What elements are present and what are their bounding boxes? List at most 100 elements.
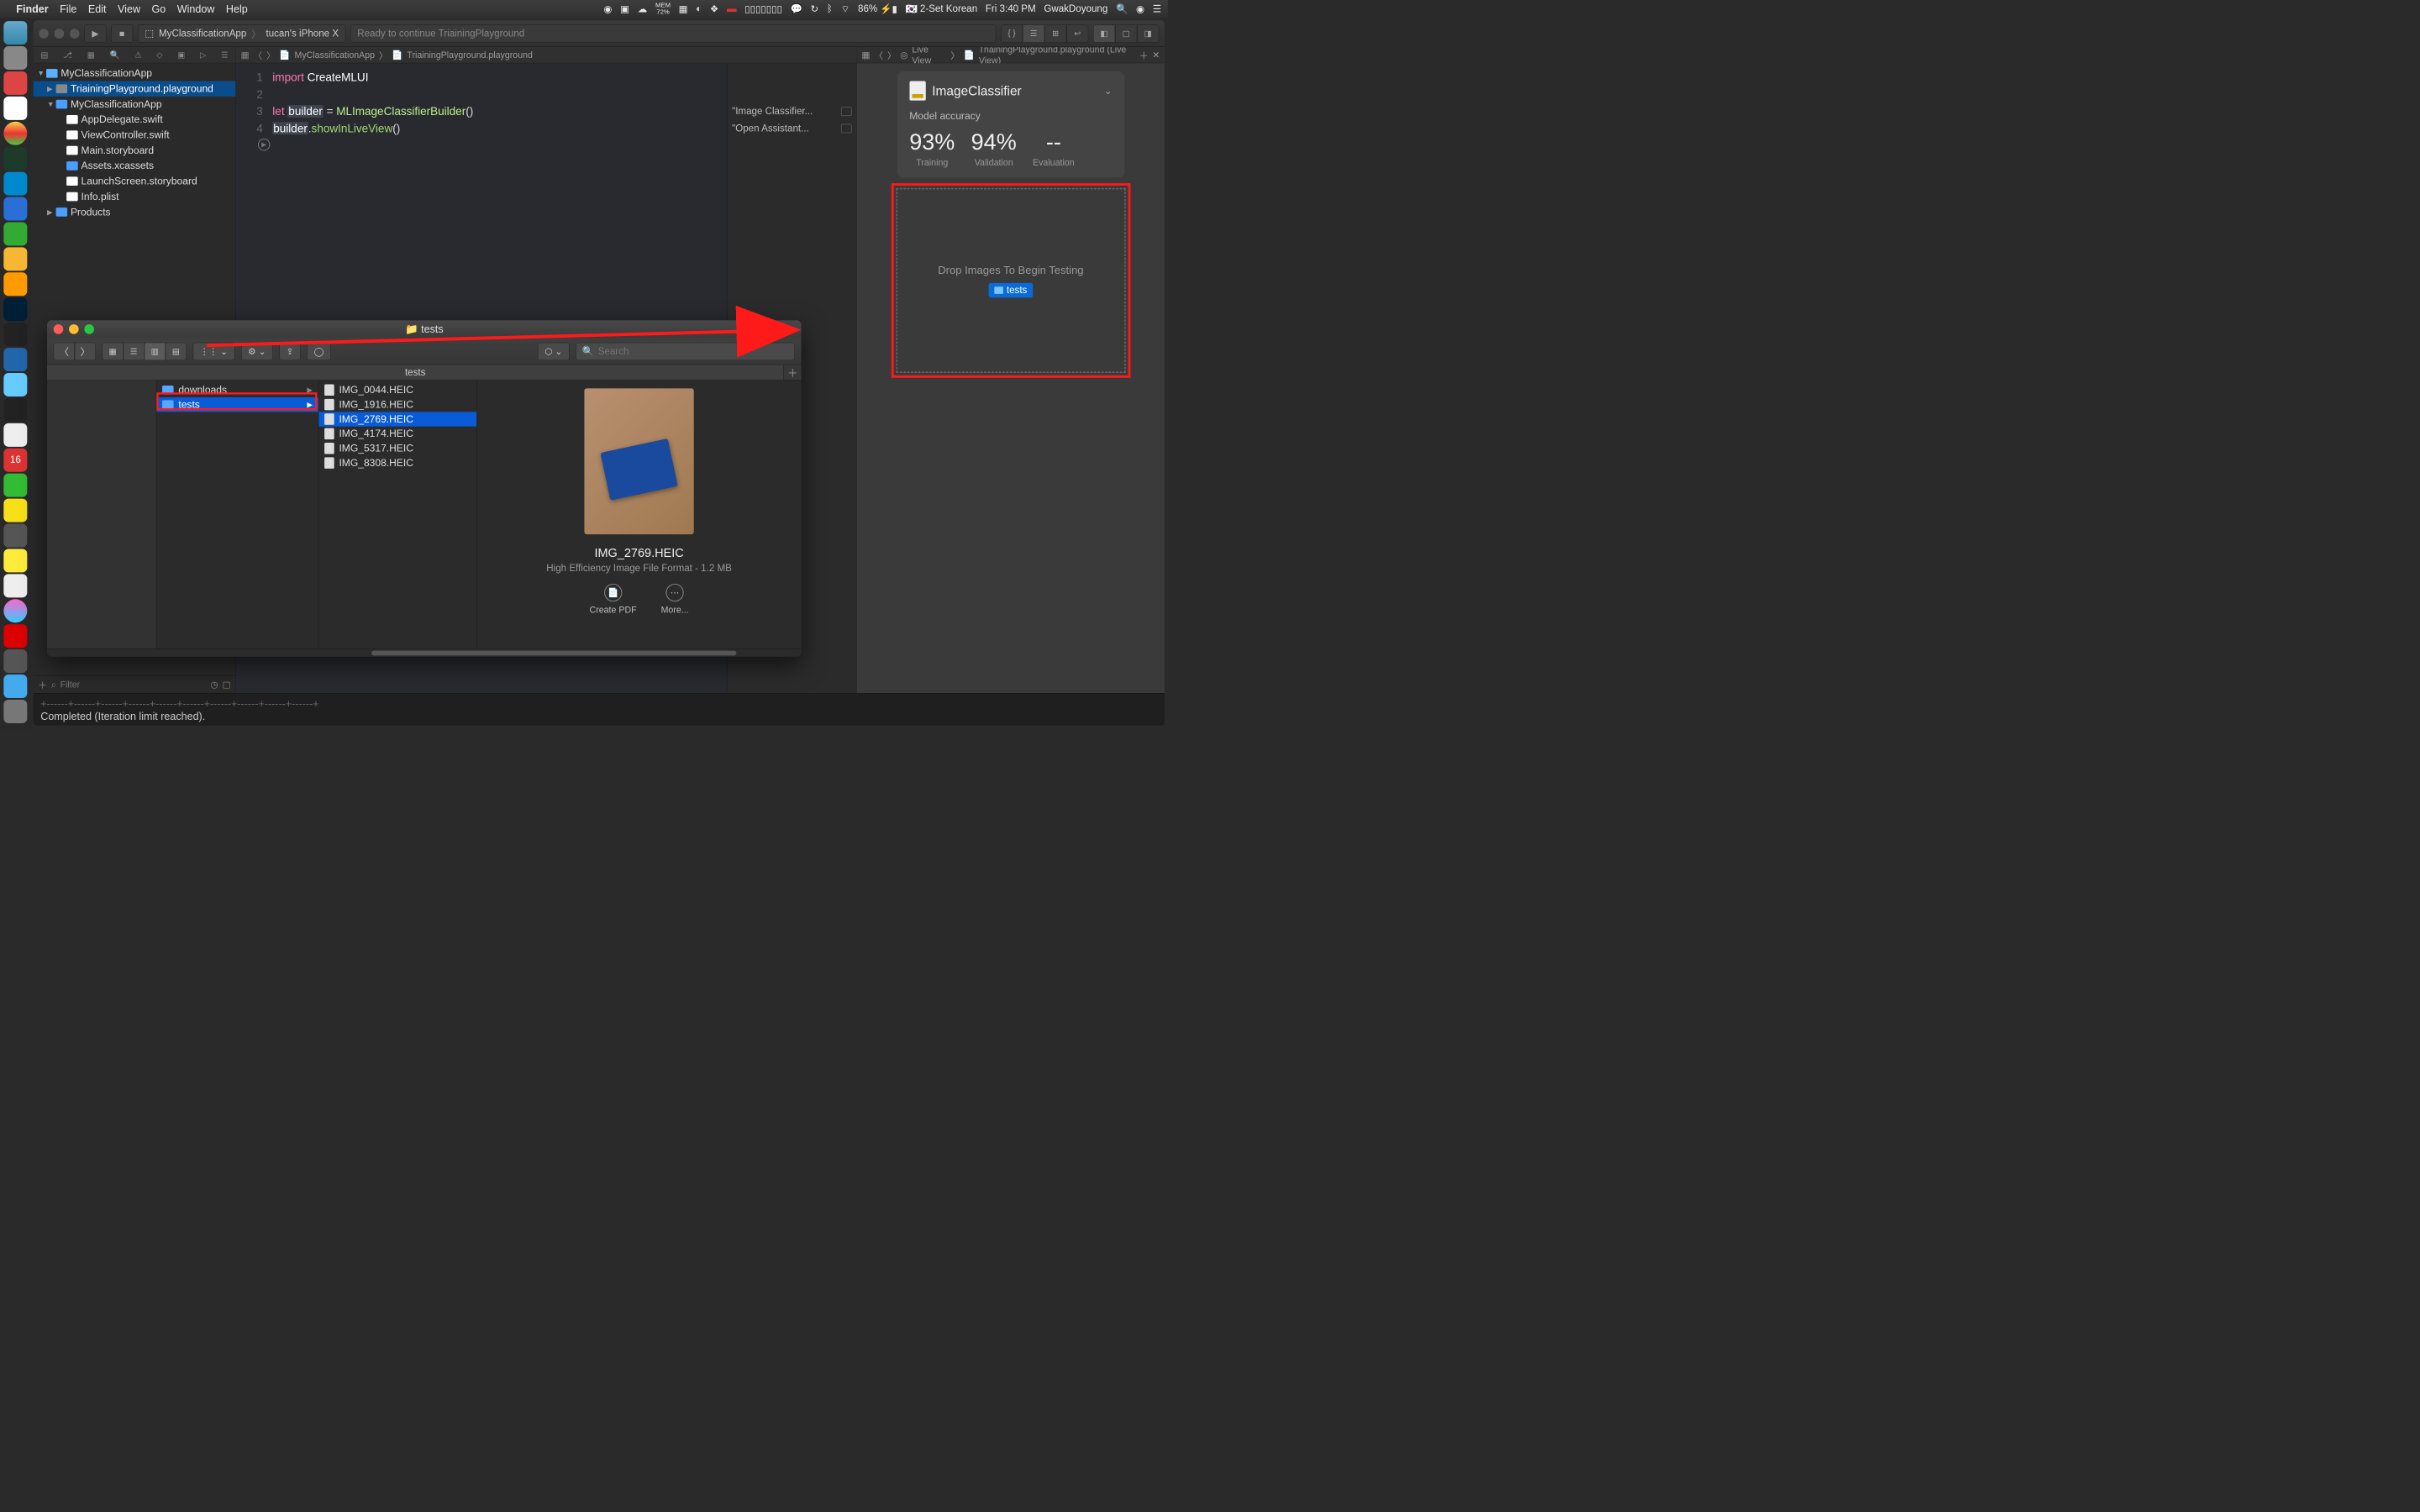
more-action[interactable]: ⋯More...: [661, 584, 689, 616]
bluetooth-icon[interactable]: ᛒ: [827, 3, 833, 15]
dock-ai-icon[interactable]: [3, 272, 27, 296]
tags-button[interactable]: ◯: [307, 343, 330, 360]
dock-app-icon[interactable]: [3, 373, 27, 396]
menubar-icon[interactable]: ◉: [603, 3, 612, 15]
quicklook-icon[interactable]: [841, 124, 852, 134]
user-name[interactable]: GwakDoyoung: [1044, 3, 1107, 15]
dock-trash-icon[interactable]: [3, 700, 27, 723]
tree-playground[interactable]: ▶TriainingPlayground.playground: [34, 81, 236, 97]
dock-notion-icon[interactable]: [3, 423, 27, 447]
chevron-down-icon[interactable]: ⌄: [1104, 85, 1113, 97]
dock-app-icon[interactable]: [3, 348, 27, 371]
dock-sketch-icon[interactable]: [3, 247, 27, 270]
console[interactable]: +------+------+------+------+------+----…: [34, 693, 1165, 726]
dock-app-icon[interactable]: [3, 97, 27, 120]
dock-itunes-icon[interactable]: [3, 599, 27, 622]
drop-zone[interactable]: Drop Images To Begin Testing tests: [892, 183, 1131, 378]
sync-icon[interactable]: ↻: [811, 3, 819, 15]
menubar-icon[interactable]: ◐: [696, 3, 702, 15]
file-item[interactable]: IMG_0044.HEIC: [318, 383, 476, 397]
finder-titlebar[interactable]: 📁 tests: [47, 320, 802, 338]
stop-button[interactable]: ■: [111, 24, 133, 42]
tree-group[interactable]: ▼MyClassificationApp: [34, 97, 236, 112]
find-nav-icon[interactable]: 🔍: [109, 50, 119, 60]
project-nav-icon[interactable]: ▤: [40, 50, 48, 60]
tree-file[interactable]: Info.plist: [34, 189, 236, 204]
menubar-icon[interactable]: ❖: [710, 3, 718, 15]
source-ctrl-icon[interactable]: ⎇: [63, 50, 72, 60]
file-item[interactable]: IMG_2769.HEIC: [318, 412, 476, 426]
folder-tests[interactable]: tests▶: [156, 397, 318, 412]
tree-products[interactable]: ▶Products: [34, 204, 236, 219]
related-icon[interactable]: ▦: [241, 50, 250, 60]
back-icon[interactable]: 〈: [874, 49, 883, 61]
cloud-icon[interactable]: ☁: [638, 3, 648, 15]
dock-app-icon[interactable]: [3, 222, 27, 245]
finder-tab[interactable]: tests: [47, 365, 783, 380]
finder-scrollbar[interactable]: [47, 648, 802, 657]
notification-icon[interactable]: ☰: [1153, 3, 1161, 15]
menu-help[interactable]: Help: [226, 3, 248, 15]
back-icon[interactable]: 〈: [254, 49, 263, 61]
clock[interactable]: Fri 3:40 PM: [986, 3, 1036, 15]
window-controls[interactable]: [54, 324, 94, 334]
counterparts-icon[interactable]: ▦: [862, 50, 871, 60]
tree-root[interactable]: ▼MyClassificationApp: [34, 66, 236, 81]
tree-file[interactable]: Main.storyboard: [34, 143, 236, 158]
add-editor-icon[interactable]: ＋: [1139, 49, 1149, 61]
view-segment[interactable]: ▦☰▥▤: [103, 343, 187, 360]
add-icon[interactable]: ＋: [38, 678, 47, 690]
close-editor-icon[interactable]: ✕: [1152, 50, 1160, 60]
back-fwd[interactable]: 〈〉: [54, 343, 96, 360]
fwd-icon[interactable]: 〉: [887, 49, 897, 61]
run-line-icon[interactable]: ▶: [258, 139, 270, 150]
panel-toggles[interactable]: ◧▢◨: [1093, 24, 1159, 42]
menubar-app[interactable]: Finder: [16, 3, 48, 15]
dock-acrobat-icon[interactable]: [3, 624, 27, 648]
test-nav-icon[interactable]: ◇: [156, 50, 162, 60]
menu-edit[interactable]: Edit: [88, 3, 107, 15]
dock-calendar-icon[interactable]: 16: [3, 449, 27, 472]
search-input[interactable]: [598, 345, 789, 357]
file-item[interactable]: IMG_4174.HEIC: [318, 427, 476, 441]
window-controls[interactable]: [39, 29, 79, 39]
dock-app-icon[interactable]: [3, 574, 27, 597]
dock-app-icon[interactable]: [3, 172, 27, 196]
tree-file[interactable]: ViewController.swift: [34, 128, 236, 143]
navigator-tabs[interactable]: ▤ ⎇ ▦ 🔍 ⚠ ◇ ▣ ▷ ☰: [34, 47, 236, 63]
dock-app-icon[interactable]: [3, 474, 27, 497]
mem-icon[interactable]: MEM72%: [655, 3, 671, 15]
scheme-selector[interactable]: ⬚ MyClassificationApp 〉 tucan's iPhone X: [138, 24, 345, 42]
menu-window[interactable]: Window: [177, 3, 215, 15]
input-source[interactable]: 🇰🇷 2-Set Korean: [906, 3, 978, 15]
dock-settings-icon[interactable]: [3, 649, 27, 673]
fwd-icon[interactable]: 〉: [266, 49, 276, 61]
dock-finder-icon[interactable]: [3, 21, 27, 45]
folder-downloads[interactable]: downloads▶: [156, 383, 318, 397]
editor-mode-segment[interactable]: { }☰⊞↩: [1001, 24, 1088, 42]
battery-status[interactable]: 86% ⚡▮: [858, 3, 897, 15]
menu-file[interactable]: File: [60, 3, 76, 15]
dock-chrome-icon[interactable]: [3, 122, 27, 145]
dock-app-icon[interactable]: [3, 549, 27, 572]
search-field[interactable]: 🔍: [576, 343, 795, 360]
tree-file[interactable]: AppDelegate.swift: [34, 112, 236, 127]
create-pdf-action[interactable]: 📄Create PDF: [590, 584, 637, 616]
report-nav-icon[interactable]: ☰: [221, 50, 229, 60]
finder-sidebar[interactable]: [47, 381, 156, 648]
clock-icon[interactable]: ◷: [210, 680, 218, 690]
dock-app-icon[interactable]: [3, 71, 27, 95]
action-button[interactable]: ⚙ ⌄: [241, 343, 273, 360]
quicklook-icon[interactable]: [841, 107, 852, 116]
scm-icon[interactable]: ▢: [223, 680, 231, 690]
tree-file[interactable]: Assets.xcassets: [34, 158, 236, 173]
menubar-icon[interactable]: ▬: [727, 3, 737, 15]
menu-view[interactable]: View: [118, 3, 140, 15]
file-item[interactable]: IMG_8308.HEIC: [318, 455, 476, 470]
menubar-icon[interactable]: ▣: [620, 3, 629, 15]
navigator-filter[interactable]: ＋ ⌕ ◷ ▢: [34, 675, 236, 693]
dock-xcode-icon[interactable]: [3, 197, 27, 221]
siri-icon[interactable]: ◉: [1136, 3, 1144, 15]
symbol-nav-icon[interactable]: ▦: [87, 50, 95, 60]
run-button[interactable]: ▶: [84, 24, 106, 42]
